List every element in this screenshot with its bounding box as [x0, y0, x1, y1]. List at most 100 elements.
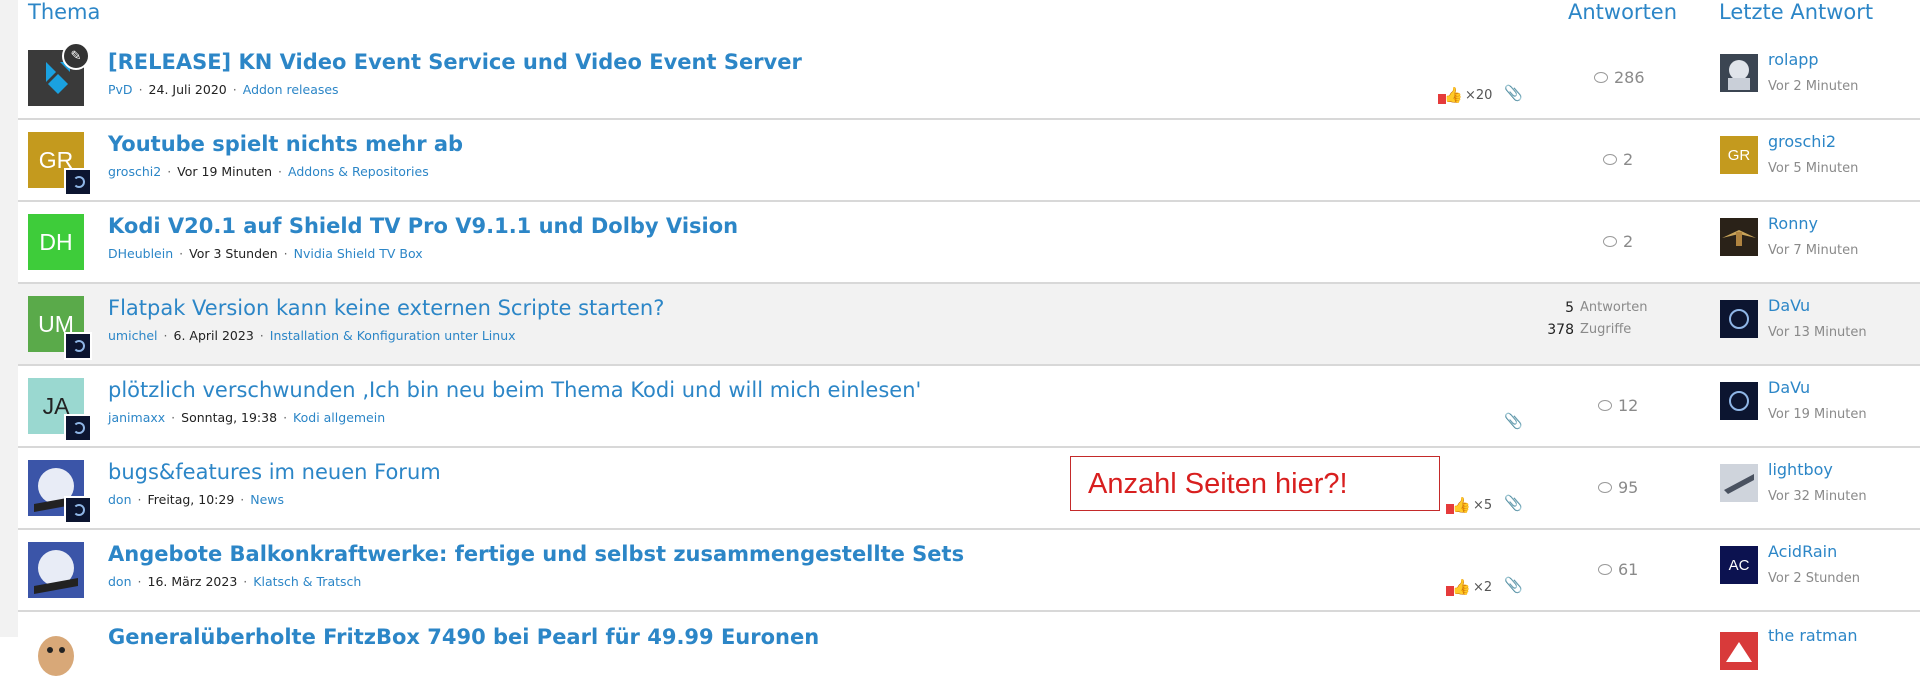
likes-badge[interactable]: 👍 ×2	[1446, 578, 1492, 596]
last-reply-time[interactable]: Vor 2 Minuten	[1768, 79, 1858, 94]
thread-author[interactable]: PvD	[108, 82, 133, 97]
last-user-name[interactable]: AcidRain	[1768, 542, 1837, 561]
last-reply-time[interactable]: Vor 5 Minuten	[1768, 161, 1858, 176]
last-user-avatar[interactable]	[1720, 382, 1758, 420]
zugriffe-count: 378	[1547, 322, 1574, 338]
last-user-name[interactable]: rolapp	[1768, 50, 1819, 69]
last-user-name[interactable]: DaVu	[1768, 296, 1810, 315]
last-user-avatar[interactable]: GR	[1720, 136, 1758, 174]
comment-icon	[1598, 564, 1612, 575]
thread-row[interactable]: GR Youtube spielt nichts mehr ab groschi…	[18, 120, 1920, 202]
eagle-avatar-icon	[1720, 218, 1758, 256]
thumbs-up-icon: 👍	[1438, 86, 1463, 104]
thread-row[interactable]: bugs&features im neuen Forum don · Freitag…	[18, 448, 1920, 530]
thread-author[interactable]: DHeublein	[108, 246, 173, 261]
moon-avatar-icon	[1729, 391, 1749, 411]
thread-date: 6. April 2023	[173, 328, 254, 343]
pin-icon: ✎	[62, 42, 90, 70]
last-reply-time[interactable]: Vor 7 Minuten	[1768, 243, 1858, 258]
thread-title[interactable]: bugs&features im neuen Forum	[108, 459, 441, 485]
thread-row[interactable]: ✎ [RELEASE] KN Video Event Service und V…	[18, 38, 1920, 120]
thread-title[interactable]: Generalüberholte FritzBox 7490 bei Pearl…	[108, 624, 819, 650]
attachment-icon: 📎	[1504, 576, 1523, 594]
user-mini-avatar-icon	[64, 414, 92, 442]
ratman-avatar-icon	[1720, 632, 1758, 670]
last-user-name[interactable]: groschi2	[1768, 132, 1836, 151]
thread-forum[interactable]: Nvidia Shield TV Box	[294, 246, 423, 261]
last-user-avatar[interactable]: AC	[1720, 546, 1758, 584]
thread-avatar[interactable]	[28, 626, 84, 682]
thread-avatar[interactable]: JA	[28, 378, 92, 442]
antworten-label: Antworten	[1580, 300, 1648, 315]
thread-meta: janimaxx · Sonntag, 19:38 · Kodi allgemein	[108, 410, 386, 425]
user-mini-avatar-icon	[64, 168, 92, 196]
thread-row[interactable]: Generalüberholte FritzBox 7490 bei Pearl…	[18, 612, 1920, 692]
thread-avatar[interactable]: UM	[28, 296, 92, 360]
last-reply-time[interactable]: Vor 13 Minuten	[1768, 325, 1867, 340]
spacecraft-avatar-icon	[1720, 464, 1758, 502]
reply-count: 2	[1603, 232, 1633, 251]
attachment-icon: 📎	[1504, 412, 1523, 430]
last-user-avatar[interactable]	[1720, 218, 1758, 256]
thread-author[interactable]: umichel	[108, 328, 158, 343]
last-user-avatar[interactable]	[1720, 632, 1758, 670]
last-reply-time[interactable]: Vor 32 Minuten	[1768, 489, 1867, 504]
astronaut-avatar-icon	[1720, 54, 1758, 92]
last-user-name[interactable]: DaVu	[1768, 378, 1810, 397]
last-user-avatar[interactable]	[1720, 54, 1758, 92]
thread-avatar[interactable]	[28, 460, 92, 524]
comment-icon	[1603, 236, 1617, 247]
reply-count: 95	[1598, 478, 1638, 497]
thread-author[interactable]: don	[108, 492, 132, 507]
thread-forum[interactable]: Kodi allgemein	[293, 410, 385, 425]
thread-title[interactable]: Kodi V20.1 auf Shield TV Pro V9.1.1 und …	[108, 213, 738, 239]
forum-mascot-icon	[28, 542, 84, 598]
last-user-name[interactable]: Ronny	[1768, 214, 1818, 233]
thread-row[interactable]: JA plötzlich verschwunden ‚Ich bin neu b…	[18, 366, 1920, 448]
thread-row[interactable]: DH Kodi V20.1 auf Shield TV Pro V9.1.1 u…	[18, 202, 1920, 284]
last-reply-time[interactable]: Vor 19 Minuten	[1768, 407, 1867, 422]
thread-date: Sonntag, 19:38	[181, 410, 278, 425]
reply-count: 286	[1594, 68, 1645, 87]
thread-avatar[interactable]: ✎	[28, 42, 90, 106]
user-mini-avatar-icon	[64, 332, 92, 360]
likes-badge[interactable]: 👍 ×20	[1438, 86, 1492, 104]
thread-meta: groschi2 · Vor 19 Minuten · Addons & Reposit…	[108, 164, 429, 179]
thread-author[interactable]: janimaxx	[108, 410, 165, 425]
thread-forum[interactable]: News	[250, 492, 284, 507]
last-user-avatar[interactable]	[1720, 464, 1758, 502]
likes-count: ×20	[1465, 87, 1493, 103]
thread-title[interactable]: [RELEASE] KN Video Event Service und Vid…	[108, 49, 802, 75]
thread-forum[interactable]: Addons & Repositories	[288, 164, 429, 179]
annotation-box: Anzahl Seiten hier?!	[1070, 456, 1440, 511]
thread-forum[interactable]: Addon releases	[243, 82, 339, 97]
thread-forum[interactable]: Installation & Konfiguration unter Linux	[270, 328, 516, 343]
thread-title[interactable]: Angebote Balkonkraftwerke: fertige und s…	[108, 541, 964, 567]
thread-avatar[interactable]: DH	[28, 214, 84, 270]
likes-badge[interactable]: 👍 ×5	[1446, 496, 1492, 514]
last-reply-time[interactable]: Vor 2 Stunden	[1768, 571, 1860, 586]
antworten-count: 5	[1565, 300, 1574, 316]
thread-row[interactable]: Angebote Balkonkraftwerke: fertige und s…	[18, 530, 1920, 612]
last-user-name[interactable]: lightboy	[1768, 460, 1833, 479]
thread-title[interactable]: Youtube spielt nichts mehr ab	[108, 131, 463, 157]
column-header-thema[interactable]: Thema	[28, 0, 100, 24]
comment-icon	[1603, 154, 1617, 165]
thread-avatar[interactable]: GR	[28, 132, 92, 196]
thread-author[interactable]: don	[108, 574, 132, 589]
user-mini-avatar-icon	[64, 496, 92, 524]
last-user-avatar[interactable]	[1720, 300, 1758, 338]
thread-row[interactable]: UM Flatpak Version kann keine externen S…	[18, 284, 1920, 366]
column-header-antworten[interactable]: Antworten	[1568, 0, 1677, 24]
likes-count: ×5	[1473, 497, 1493, 513]
thread-author[interactable]: groschi2	[108, 164, 161, 179]
thread-forum[interactable]: Klatsch & Tratsch	[253, 574, 361, 589]
last-user-name[interactable]: the ratman	[1768, 626, 1858, 645]
thread-avatar[interactable]	[28, 542, 84, 598]
thread-title[interactable]: Flatpak Version kann keine externen Scri…	[108, 295, 664, 321]
thread-date: 16. März 2023	[147, 574, 238, 589]
thread-date: Freitag, 10:29	[147, 492, 235, 507]
column-header-letzte-antwort[interactable]: Letzte Antwort	[1719, 0, 1873, 24]
thread-title[interactable]: plötzlich verschwunden ‚Ich bin neu beim…	[108, 377, 921, 403]
thumbs-up-icon: 👍	[1446, 578, 1471, 596]
